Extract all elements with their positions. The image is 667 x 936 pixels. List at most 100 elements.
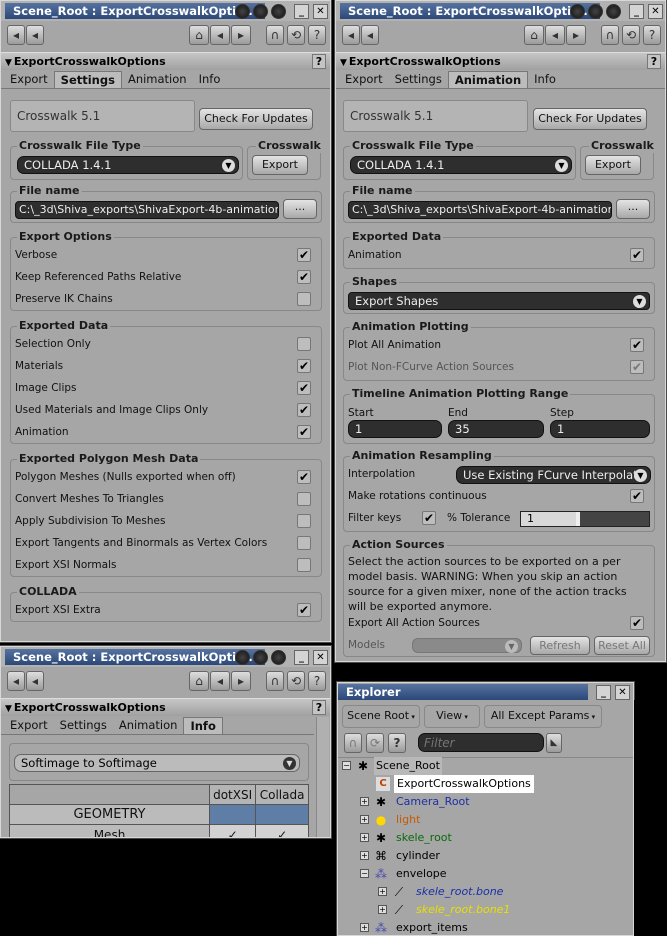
lock-icon[interactable]: ∩ [344,733,362,753]
refresh-icon[interactable] [588,4,603,19]
help-icon[interactable]: ? [643,25,661,45]
filter-input[interactable] [418,733,544,752]
animation-checkbox[interactable]: ✔ [297,425,311,439]
step-input[interactable]: 1 [550,420,650,438]
tab-settings[interactable]: Settings [53,71,122,88]
home-icon[interactable]: ⌂ [189,671,209,691]
minimize-button[interactable]: _ [629,4,644,19]
close-button[interactable]: ✕ [313,4,328,19]
selection-only-checkbox[interactable] [297,337,311,351]
expand-icon[interactable]: + [360,797,369,806]
help-icon[interactable]: ? [388,733,406,753]
verbose-checkbox[interactable]: ✔ [297,248,311,262]
tolerance-slider[interactable]: 1 [520,511,650,527]
used-materials-checkbox[interactable]: ✔ [297,403,311,417]
title-bar[interactable]: Scene_Root : ExportCrosswalkOptio... _ ✕ [336,1,665,21]
close-button[interactable]: ✕ [615,685,630,700]
lock-icon[interactable]: ∩ [266,25,284,45]
view-icon[interactable] [235,650,250,665]
panel-title[interactable]: ▼ ExportCrosswalkOptions? [336,52,665,70]
interpolation-dropdown[interactable]: Use Existing FCurve Interpolat ▼ [456,466,651,484]
rotations-checkbox[interactable]: ✔ [630,489,644,503]
slider-handle[interactable] [576,512,580,526]
tab-export[interactable]: Export [4,71,54,88]
tab-info[interactable]: Info [528,71,562,88]
nav-forward-icon[interactable]: ▸ [231,671,251,691]
nav-back-icon[interactable]: ◂ [545,25,565,45]
params-filter-button[interactable]: All Except Params ▾ [484,705,602,728]
check-updates-button[interactable]: Check For Updates [199,108,313,130]
back-icon[interactable]: ◂ [7,25,25,45]
refresh-icon[interactable] [253,4,268,19]
polygon-meshes-checkbox[interactable]: ✔ [297,470,311,484]
refresh-icon[interactable]: ⟳ [366,733,384,753]
scene-root-button[interactable]: Scene Root ▾ [342,705,420,728]
minimize-button[interactable]: _ [294,4,309,19]
collapse-icon[interactable]: − [342,761,351,770]
xsi-extra-checkbox[interactable]: ✔ [297,603,311,617]
home-icon[interactable]: ⌂ [524,25,544,45]
expand-icon[interactable]: + [360,923,369,932]
plot-non-fcurve-checkbox[interactable]: ✔ [630,360,644,374]
lock-icon[interactable]: ∩ [266,671,284,691]
refresh-button[interactable]: Refresh [530,636,590,655]
title-bar[interactable]: Scene_Root : ExportCrosswalkOptio... _ ✕ [1,1,330,21]
expand-icon[interactable]: + [360,815,369,824]
help-circle-icon[interactable] [606,4,621,19]
revert-icon[interactable]: ⟲ [622,25,640,45]
check-updates-button[interactable]: Check For Updates [533,108,647,130]
help-icon[interactable]: ? [308,671,326,691]
collapse-icon[interactable]: − [360,869,369,878]
prev-icon[interactable]: ◂ [361,25,379,45]
shapes-dropdown[interactable]: Export Shapes ▼ [348,292,650,310]
nav-forward-icon[interactable]: ▸ [231,25,251,45]
mode-dropdown[interactable]: Softimage to Softimage ▼ [14,754,300,772]
nav-forward-icon[interactable]: ▸ [566,25,586,45]
image-clips-checkbox[interactable]: ✔ [297,381,311,395]
materials-checkbox[interactable]: ✔ [297,359,311,373]
keep-paths-checkbox[interactable]: ✔ [297,270,311,284]
file-type-dropdown[interactable]: COLLADA 1.4.1 ▼ [350,156,572,174]
export-button[interactable]: Export [585,155,641,175]
revert-icon[interactable]: ⟲ [287,671,305,691]
help-icon[interactable]: ? [312,700,326,715]
back-icon[interactable]: ◂ [7,671,25,691]
collapse-arrow-icon[interactable]: ▼ [5,58,12,68]
minimize-button[interactable]: _ [596,685,611,700]
help-icon[interactable]: ? [647,54,661,69]
panel-title[interactable]: ▼ ExportCrosswalkOptions? [1,52,330,70]
tab-animation[interactable]: Animation [113,717,184,734]
tab-export[interactable]: Export [339,71,389,88]
expand-icon[interactable]: + [378,905,387,914]
tab-settings[interactable]: Settings [389,71,448,88]
collapse-arrow-icon[interactable]: ▼ [5,704,12,714]
lock-icon[interactable]: ∩ [601,25,619,45]
close-button[interactable]: ✕ [313,650,328,665]
plot-all-checkbox[interactable]: ✔ [630,338,644,352]
close-button[interactable]: ✕ [648,4,663,19]
view-icon[interactable] [570,4,585,19]
models-dropdown[interactable]: ▼ [412,638,522,653]
expand-icon[interactable]: + [360,851,369,860]
revert-icon[interactable]: ⟲ [287,25,305,45]
filter-keys-checkbox[interactable]: ✔ [422,511,436,525]
refresh-icon[interactable] [253,650,268,665]
nav-back-icon[interactable]: ◂ [210,25,230,45]
end-input[interactable]: 35 [448,420,544,438]
tangents-checkbox[interactable] [297,536,311,550]
subdivision-checkbox[interactable] [297,514,311,528]
panel-title[interactable]: ▼ ExportCrosswalkOptions? [1,698,330,716]
preserve-ik-checkbox[interactable] [297,292,311,306]
view-icon[interactable] [235,4,250,19]
help-circle-icon[interactable] [271,650,286,665]
back-icon[interactable]: ◂ [342,25,360,45]
help-circle-icon[interactable] [271,4,286,19]
tab-animation[interactable]: Animation [447,71,529,88]
collapse-arrow-icon[interactable]: ▼ [340,58,347,68]
home-icon[interactable]: ⌂ [189,25,209,45]
tab-animation[interactable]: Animation [122,71,193,88]
view-button[interactable]: View ▾ [424,705,480,728]
tab-info[interactable]: Info [193,71,227,88]
nav-back-icon[interactable]: ◂ [210,671,230,691]
prev-icon[interactable]: ◂ [26,25,44,45]
